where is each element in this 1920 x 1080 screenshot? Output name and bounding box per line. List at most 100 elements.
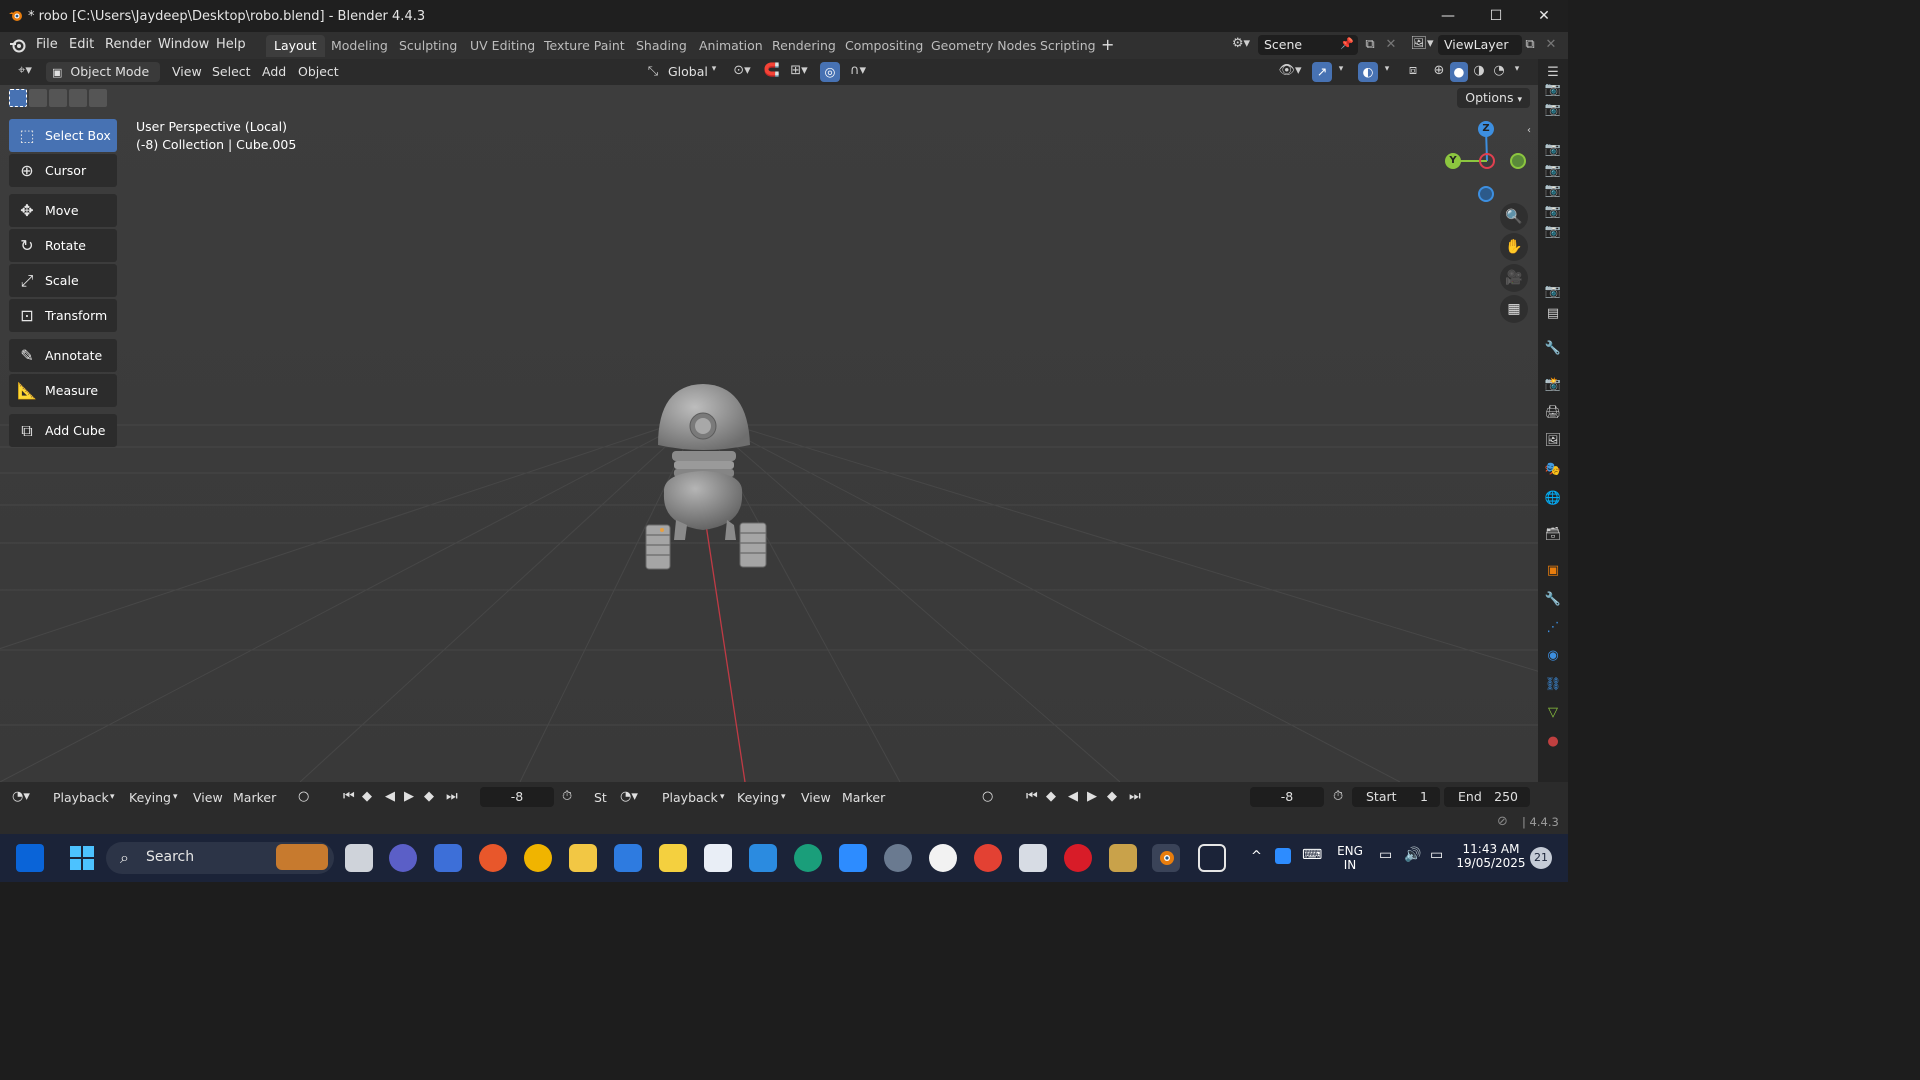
menu-file[interactable]: File — [36, 37, 58, 52]
3d-viewer-icon[interactable] — [1198, 844, 1226, 872]
microsoft-store-icon[interactable] — [704, 844, 732, 872]
camera-visibility-icon[interactable]: 📷 — [1543, 140, 1563, 160]
gizmo-x-axis-back[interactable] — [1479, 153, 1495, 169]
camera-visibility-icon[interactable]: 📷 — [1543, 222, 1563, 242]
tool-scale[interactable]: ⤢ Scale — [9, 264, 117, 297]
tab-animation[interactable]: Animation — [691, 35, 771, 57]
zoom-icon[interactable]: 🔍 — [1500, 203, 1528, 231]
timeline-keying-menu[interactable]: Keying — [129, 790, 171, 805]
tool-annotate[interactable]: ✎ Annotate — [9, 339, 117, 372]
play-icon-2[interactable]: ▶ — [1087, 789, 1097, 804]
delete-viewlayer-icon[interactable]: ✕ — [1544, 37, 1558, 52]
stopwatch-icon-2[interactable]: ⏱ — [1333, 789, 1343, 804]
game-icon[interactable] — [1109, 844, 1137, 872]
world-properties-icon[interactable]: 🌐 — [1543, 489, 1563, 509]
menu-window[interactable]: Window — [158, 37, 209, 52]
navigation-gizmo[interactable]: Z Y — [1440, 115, 1530, 205]
menu-view[interactable]: View — [172, 64, 202, 79]
options-dropdown[interactable]: Options ▾ — [1457, 88, 1530, 108]
new-viewlayer-icon[interactable]: ⧉ — [1522, 37, 1538, 52]
camera-visibility-icon[interactable]: 📷 — [1543, 100, 1563, 120]
delete-scene-icon[interactable]: ✕ — [1384, 37, 1398, 52]
gizmo-y-axis[interactable]: Y — [1445, 153, 1461, 169]
pin-icon[interactable]: 📌 — [1340, 37, 1354, 50]
object-properties-icon[interactable]: ▣ — [1543, 561, 1563, 581]
tab-geometry-nodes[interactable]: Geometry Nodes — [923, 35, 1044, 57]
camera-view-icon[interactable]: 🎥 — [1500, 264, 1528, 292]
chevron-down-icon[interactable]: ▾ — [1380, 64, 1394, 74]
gizmo-z-axis[interactable]: Z — [1478, 121, 1494, 137]
timeline-view-menu[interactable]: View — [193, 790, 223, 805]
tab-texture-paint[interactable]: Texture Paint — [536, 35, 633, 57]
render-properties-icon[interactable]: 📸 — [1543, 375, 1563, 395]
3d-viewport[interactable]: ⬚ Select Box ⊕ Cursor ✥ Move ↻ Rotate ⤢ … — [0, 85, 1538, 782]
chrome-icon[interactable] — [974, 844, 1002, 872]
modifier-properties-icon[interactable]: 🔧 — [1543, 590, 1563, 610]
tool-settings-icon[interactable]: 🔧 — [1543, 339, 1563, 359]
perspective-toggle-icon[interactable]: ▦ — [1500, 295, 1528, 323]
tool-add-cube[interactable]: ⧉ Add Cube — [9, 414, 117, 447]
menu-render[interactable]: Render — [105, 37, 151, 52]
new-scene-icon[interactable]: ⧉ — [1362, 37, 1378, 52]
collection-properties-icon[interactable]: 🗃 — [1543, 525, 1563, 545]
camera-visibility-icon[interactable]: 📷 — [1543, 181, 1563, 201]
tab-modeling[interactable]: Modeling — [323, 35, 396, 57]
jump-start-icon[interactable]: ⏮ — [343, 789, 355, 804]
pivot-point-icon[interactable]: ⊙▾ — [728, 63, 756, 78]
camera-visibility-icon[interactable]: 📷 — [1543, 202, 1563, 222]
photos-icon[interactable] — [749, 844, 777, 872]
calendar-icon[interactable] — [614, 844, 642, 872]
gizmo-neg-y-axis[interactable] — [1510, 153, 1526, 169]
timeline-marker-menu[interactable]: Marker — [233, 790, 276, 805]
clock[interactable]: 11:43 AM 19/05/2025 — [1455, 842, 1527, 870]
chat-app-icon[interactable] — [389, 844, 417, 872]
rendered-shading-icon[interactable]: ◔ — [1490, 63, 1508, 78]
falloff-icon[interactable]: ∩▾ — [844, 63, 872, 78]
minimize-button[interactable]: — — [1424, 0, 1472, 32]
windows-start-icon[interactable] — [70, 846, 94, 870]
select-intersect-icon[interactable] — [89, 89, 107, 107]
timeline-playback-menu[interactable]: Playback — [53, 790, 109, 805]
taskbar-search-box[interactable]: ⌕ Search — [106, 842, 334, 874]
tool-select-box[interactable]: ⬚ Select Box — [9, 119, 117, 152]
output-properties-icon[interactable]: 🖨 — [1543, 403, 1563, 423]
gizmo-toggle-icon[interactable]: ↗ — [1312, 62, 1332, 82]
chevron-up-icon[interactable]: ^ — [1251, 849, 1262, 864]
timeline-view-menu-2[interactable]: View — [801, 790, 831, 805]
tab-scripting[interactable]: Scripting — [1032, 35, 1104, 57]
select-subtract-icon[interactable] — [49, 89, 67, 107]
timeline-keying-menu-2[interactable]: Keying — [737, 790, 779, 805]
jump-start-icon-2[interactable]: ⏮ — [1026, 789, 1038, 804]
timeline-marker-menu-2[interactable]: Marker — [842, 790, 885, 805]
notification-badge[interactable]: 21 — [1530, 847, 1552, 869]
material-properties-icon[interactable]: ● — [1543, 732, 1563, 752]
menu-help[interactable]: Help — [216, 37, 246, 52]
sticky-notes-icon[interactable] — [659, 844, 687, 872]
jump-end-icon[interactable]: ⏭ — [446, 789, 458, 804]
tab-layout[interactable]: Layout — [266, 35, 325, 57]
constraint-properties-icon[interactable]: ⛓ — [1543, 675, 1563, 695]
camera-visibility-icon[interactable]: 📷 — [1543, 282, 1563, 302]
blender-taskbar-icon[interactable] — [1152, 844, 1180, 872]
firefox-icon[interactable] — [479, 844, 507, 872]
chevron-down-icon[interactable]: ▾ — [1334, 64, 1348, 74]
solid-shading-icon[interactable]: ● — [1450, 62, 1468, 82]
add-workspace-button[interactable]: + — [1101, 35, 1114, 54]
tool-measure[interactable]: 📐 Measure — [9, 374, 117, 407]
end-frame-field[interactable]: End 250 — [1444, 787, 1530, 807]
file-explorer-icon[interactable] — [569, 844, 597, 872]
view-layer-properties-icon[interactable]: 🖼 — [1543, 431, 1563, 451]
timeline-playback-menu-2[interactable]: Playback — [662, 790, 718, 805]
editor-type-icon[interactable]: ⌖▾ — [10, 63, 40, 78]
tool-cursor[interactable]: ⊕ Cursor — [9, 154, 117, 187]
jump-end-icon-2[interactable]: ⏭ — [1129, 789, 1141, 804]
task-view-icon[interactable] — [345, 844, 373, 872]
autokey-record-icon-2[interactable]: ○ — [982, 789, 993, 804]
current-frame-field[interactable]: -8 — [480, 787, 554, 807]
data-properties-icon[interactable]: ▽ — [1543, 703, 1563, 723]
pan-hand-icon[interactable]: ✋ — [1500, 233, 1528, 261]
scene-selector-icon[interactable]: ⚙▾ — [1228, 36, 1254, 51]
properties-editor-icon[interactable]: ▤ — [1543, 304, 1563, 324]
wireframe-shading-icon[interactable]: ⊕ — [1430, 63, 1448, 78]
tab-uv-editing[interactable]: UV Editing — [462, 35, 543, 57]
